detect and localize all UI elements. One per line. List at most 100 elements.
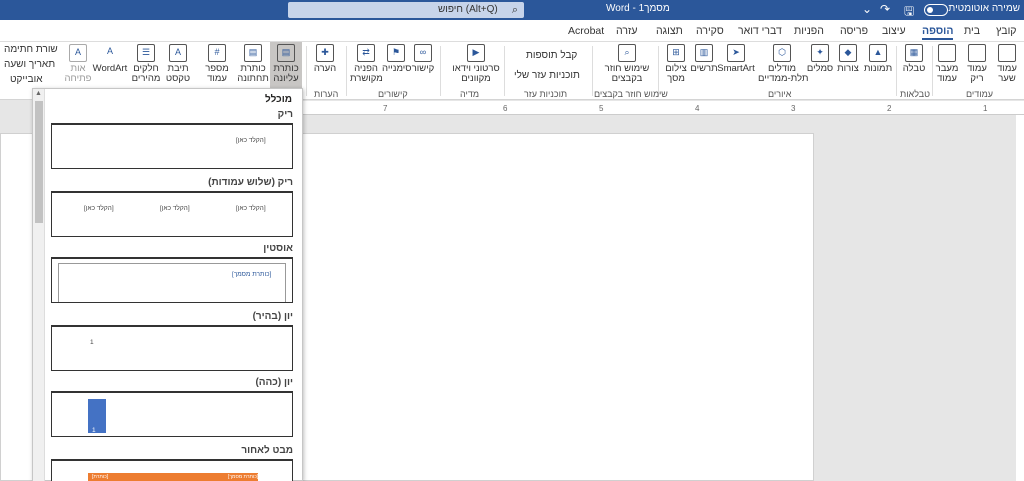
tab-file[interactable]: קובץ [996, 25, 1017, 37]
search-box[interactable]: חיפוש (Alt+Q) ⌕ [288, 2, 524, 18]
tab-acrobat[interactable]: Acrobat [568, 25, 604, 37]
quick-parts-icon: ☰ [137, 44, 155, 62]
page-number-button[interactable]: # מספר עמוד [200, 42, 234, 84]
separator [306, 46, 307, 96]
drop-cap-icon: A [69, 44, 87, 62]
object-button[interactable]: אובייקט [10, 74, 42, 85]
page-number-icon: # [208, 44, 226, 62]
ribbon-tabs: קובץ בית הוספה עיצוב פריסה הפניות דברי ד… [0, 20, 1024, 42]
page-break-icon [938, 44, 956, 62]
wordart-icon: A [106, 46, 113, 56]
cross-reference-button[interactable]: ⇄ הפניה מקושרת [350, 42, 383, 84]
reuse-files-icon: ⌕ [618, 44, 636, 62]
wordart-button[interactable]: A WordArt [92, 42, 128, 74]
tab-home[interactable]: בית [964, 25, 980, 37]
cube-icon: ⬡ [773, 44, 791, 62]
autosave-label: שמירה אוטומטית [948, 3, 1020, 14]
header-gallery: ▲ מוכלל ריק [הקלד כאן] ריק (שלוש עמודות)… [32, 88, 303, 481]
group-label-comments: הערות [314, 89, 339, 99]
scroll-up-icon[interactable]: ▲ [35, 90, 42, 97]
title-bar: 🖫 ↷ ⌄ שמירה אוטומטית מסמך1 - Word חיפוש … [0, 0, 1024, 20]
search-icon: ⌕ [511, 4, 518, 16]
page-break-button[interactable]: מעבר עמוד [932, 42, 962, 84]
cover-page-button[interactable]: עמוד שער [992, 42, 1022, 84]
gallery-thumbnail: [הקלד כאן] [51, 123, 293, 169]
pictures-button[interactable]: ▲ תמונות [862, 42, 894, 74]
footer-button[interactable]: ▤ כותרת תחתונה [236, 42, 270, 84]
get-addins-button[interactable]: קבל תוספות [526, 50, 577, 61]
comment-icon: ✚ [316, 44, 334, 62]
group-label-tables: טבלאות [900, 89, 931, 99]
drop-cap-button[interactable]: A אות פתיחה [64, 42, 92, 84]
bookmark-icon: ⚑ [387, 44, 405, 62]
link-button[interactable]: ∞ קישור [410, 42, 436, 74]
table-icon: ▦ [905, 44, 923, 62]
my-addins-button[interactable]: תוכניות עזר שלי [514, 70, 580, 81]
tab-references[interactable]: הפניות [794, 25, 824, 37]
document-title: מסמך1 - Word [606, 3, 670, 14]
group-label-links: קישורים [378, 89, 408, 99]
gallery-thumbnail: [כותרת מסמך] [51, 257, 293, 303]
screenshot-icon: ⊞ [667, 44, 685, 62]
separator [440, 46, 441, 96]
group-label-illustrations: איורים [768, 89, 792, 99]
tab-insert[interactable]: הוספה [922, 25, 954, 40]
blank-page-icon [968, 44, 986, 62]
blank-page-button[interactable]: עמוד ריק [962, 42, 992, 84]
quick-parts-button[interactable]: ☰ חלקים מהירים [130, 42, 162, 84]
shapes-icon: ◆ [839, 44, 857, 62]
tab-design[interactable]: עיצוב [882, 25, 906, 37]
customize-icon[interactable]: ⌄ [862, 2, 872, 16]
chart-icon: ▥ [695, 44, 713, 62]
separator [896, 46, 897, 96]
header-button[interactable]: ▤ כותרת עליונה [270, 42, 302, 88]
gallery-scrollbar[interactable]: ▲ [33, 89, 45, 481]
gallery-thumbnail: 1 [51, 391, 293, 437]
screenshot-button[interactable]: ⊞ צילום מסך [662, 42, 690, 84]
reuse-files-button[interactable]: ⌕ שימוש חוזר בקבצים [600, 42, 654, 84]
cover-page-icon [998, 44, 1016, 62]
separator [932, 46, 933, 96]
icons-icon: ✦ [811, 44, 829, 62]
autosave-toggle[interactable] [924, 4, 948, 16]
gallery-thumbnail: [הקלד כאן] [הקלד כאן] [הקלד כאן] [51, 191, 293, 237]
chart-button[interactable]: ▥ תרשים [690, 42, 718, 74]
header-icon: ▤ [277, 44, 295, 62]
scroll-thumb[interactable] [35, 101, 43, 223]
gallery-heading: מוכלל [265, 94, 292, 105]
tab-view[interactable]: תצוגה [656, 25, 683, 37]
separator [592, 46, 593, 96]
shapes-button[interactable]: ◆ צורות [834, 42, 862, 74]
table-button[interactable]: ▦ טבלה [898, 42, 930, 74]
group-label-media: מדיה [460, 89, 480, 99]
3d-models-button[interactable]: ⬡ מודלים תלת-ממדיים [758, 42, 808, 84]
video-icon: ▶ [467, 44, 485, 62]
tab-layout[interactable]: פריסה [840, 25, 868, 37]
separator [346, 46, 347, 96]
tab-review[interactable]: סקירה [696, 25, 724, 37]
smartart-button[interactable]: ➤ SmartArt [716, 42, 756, 74]
group-label-reuse: שימוש חוזר בקבצים [594, 89, 668, 99]
pictures-icon: ▲ [869, 44, 887, 62]
cross-reference-icon: ⇄ [357, 44, 375, 62]
text-box-icon: A [169, 44, 187, 62]
comment-button[interactable]: ✚ הערה [310, 42, 340, 74]
tab-help[interactable]: עזרה [616, 25, 637, 37]
text-box-button[interactable]: A תיבת טקסט [162, 42, 194, 84]
smartart-icon: ➤ [727, 44, 745, 62]
link-icon: ∞ [414, 44, 432, 62]
signature-line-button[interactable]: שורת חתימה [4, 44, 58, 55]
search-placeholder: חיפוש (Alt+Q) [438, 4, 498, 15]
gallery-thumbnail: [כותרת] [כותרת מסמך] [51, 459, 293, 481]
bookmark-button[interactable]: ⚑ סימנייה [382, 42, 412, 74]
tab-mailings[interactable]: דברי דואר [738, 25, 782, 37]
group-label-addins: תוכניות עזר [524, 89, 568, 99]
icons-button[interactable]: ✦ סמלים [806, 42, 834, 74]
date-time-button[interactable]: תאריך ושעה [4, 59, 55, 70]
separator [504, 46, 505, 96]
group-label-pages: עמודים [966, 89, 994, 99]
gallery-thumbnail: 1 [51, 325, 293, 371]
footer-icon: ▤ [244, 44, 262, 62]
redo-icon[interactable]: ↷ [880, 2, 890, 16]
online-video-button[interactable]: ▶ סרטוני וידאו מקוונים [452, 42, 500, 84]
